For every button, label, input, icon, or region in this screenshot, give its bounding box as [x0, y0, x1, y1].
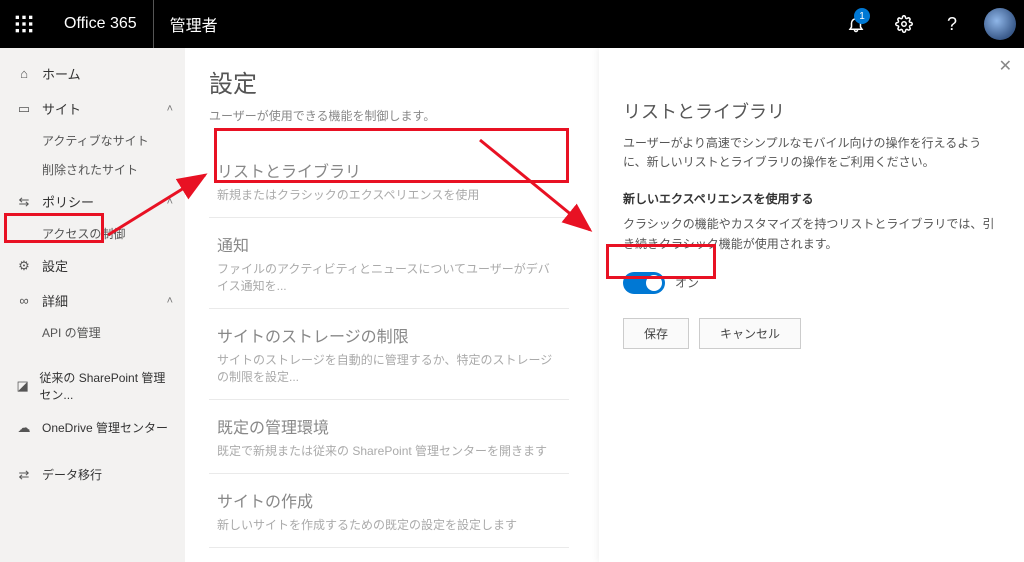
chevron-up-icon: ˄ [167, 103, 173, 115]
card-desc: 新しいサイトを作成するための既定の設定を設定します [217, 516, 561, 533]
card-title: サイトの作成 [217, 488, 561, 512]
panel-subtitle: 新しいエクスペリエンスを使用する [623, 190, 1000, 207]
policy-icon: ⇆ [16, 194, 32, 210]
toggle-knob-icon [646, 275, 662, 291]
chevron-up-icon: ˄ [167, 295, 173, 307]
gear-icon [895, 15, 913, 33]
main-content: 設定 ユーザーが使用できる機能を制御します。 リストとライブラリ 新規またはクラ… [185, 48, 1024, 562]
nav-details[interactable]: ∞ 詳細 ˄ [0, 283, 185, 318]
link-icon: ∞ [16, 293, 32, 308]
card-notifications[interactable]: 通知 ファイルのアクティビティとニュースについてユーザーがデバイス通知を... [209, 218, 569, 309]
app-launcher[interactable] [0, 0, 48, 48]
close-button[interactable]: ✕ [999, 56, 1012, 76]
brand-label[interactable]: Office 365 [48, 0, 153, 48]
experience-toggle-row: オン [623, 272, 1000, 294]
card-title: 既定の管理環境 [217, 414, 561, 438]
card-default-admin[interactable]: 既定の管理環境 既定で新規または従来の SharePoint 管理センターを開き… [209, 400, 569, 474]
nav-onedrive-admin[interactable]: ☁ OneDrive 管理センター [0, 411, 185, 444]
card-desc: ファイルのアクティビティとニュースについてユーザーがデバイス通知を... [217, 260, 561, 294]
nav-deleted-sites[interactable]: 削除されたサイト [0, 155, 185, 184]
cancel-button[interactable]: キャンセル [699, 318, 801, 349]
nav-active-sites[interactable]: アクティブなサイト [0, 126, 185, 155]
card-title: リストとライブラリ [217, 158, 561, 182]
question-icon: ? [947, 14, 957, 35]
header: Office 365 管理者 1 ? [0, 0, 1024, 48]
panel-title: リストとライブラリ [623, 98, 1000, 124]
nav-classic-admin[interactable]: ◪ 従来の SharePoint 管理セン... [0, 361, 185, 411]
nav-data-migration[interactable]: ⇄ データ移行 [0, 458, 185, 491]
sharepoint-icon: ◪ [16, 378, 29, 394]
nav-label: ホーム [42, 64, 81, 83]
chevron-up-icon: ˄ [167, 196, 173, 208]
detail-panel: ✕ リストとライブラリ ユーザーがより高速でシンプルなモバイル向けの操作を行える… [599, 48, 1024, 562]
nav-label: データ移行 [42, 466, 102, 483]
settings-gear-button[interactable] [880, 0, 928, 48]
nav-access-control[interactable]: アクセスの制御 [0, 219, 185, 248]
nav-label: 設定 [42, 256, 68, 275]
nav-home[interactable]: ⌂ ホーム [0, 56, 185, 91]
nav-label: 詳細 [42, 291, 68, 310]
nav-api-management[interactable]: API の管理 [0, 318, 185, 347]
card-site-creation[interactable]: サイトの作成 新しいサイトを作成するための既定の設定を設定します [209, 474, 569, 548]
experience-toggle[interactable] [623, 272, 665, 294]
notification-badge: 1 [854, 8, 870, 24]
card-desc: 新規またはクラシックのエクスペリエンスを使用 [217, 186, 561, 203]
account-button[interactable] [976, 0, 1024, 48]
card-desc: 既定で新規または従来の SharePoint 管理センターを開きます [217, 442, 561, 459]
nav-settings[interactable]: ⚙ 設定 [0, 248, 185, 283]
panel-note: クラシックの機能やカスタマイズを持つリストとライブラリでは、引き続きクラシック機… [623, 215, 1000, 253]
save-button[interactable]: 保存 [623, 318, 689, 349]
close-icon: ✕ [999, 58, 1012, 75]
nav-label: OneDrive 管理センター [42, 419, 168, 436]
gear-icon: ⚙ [16, 258, 32, 274]
card-desc: サイトのストレージを自動的に管理するか、特定のストレージの制限を設定... [217, 351, 561, 385]
panel-desc: ユーザーがより高速でシンプルなモバイル向けの操作を行えるように、新しいリストとラ… [623, 134, 1000, 172]
nav-label: 従来の SharePoint 管理セン... [39, 369, 173, 403]
card-lists-libraries[interactable]: リストとライブラリ 新規またはクラシックのエクスペリエンスを使用 [209, 144, 569, 218]
avatar-icon [984, 8, 1016, 40]
migration-icon: ⇄ [16, 467, 32, 483]
card-title: サイトのストレージの制限 [217, 323, 561, 347]
card-storage-limits[interactable]: サイトのストレージの制限 サイトのストレージを自動的に管理するか、特定のストレー… [209, 309, 569, 400]
card-title: 通知 [217, 232, 561, 256]
notifications-button[interactable]: 1 [832, 0, 880, 48]
site-icon: ▭ [16, 101, 32, 117]
nav-label: サイト [42, 99, 81, 118]
help-button[interactable]: ? [928, 0, 976, 48]
onedrive-icon: ☁ [16, 420, 32, 436]
toggle-label: オン [675, 274, 699, 291]
home-icon: ⌂ [16, 66, 32, 81]
sidebar: ⌂ ホーム ▭ サイト ˄ アクティブなサイト 削除されたサイト ⇆ ポリシー … [0, 48, 185, 562]
nav-site[interactable]: ▭ サイト ˄ [0, 91, 185, 126]
app-label: 管理者 [153, 0, 234, 48]
nav-policy[interactable]: ⇆ ポリシー ˄ [0, 184, 185, 219]
waffle-icon [14, 14, 34, 34]
nav-label: ポリシー [42, 192, 94, 211]
